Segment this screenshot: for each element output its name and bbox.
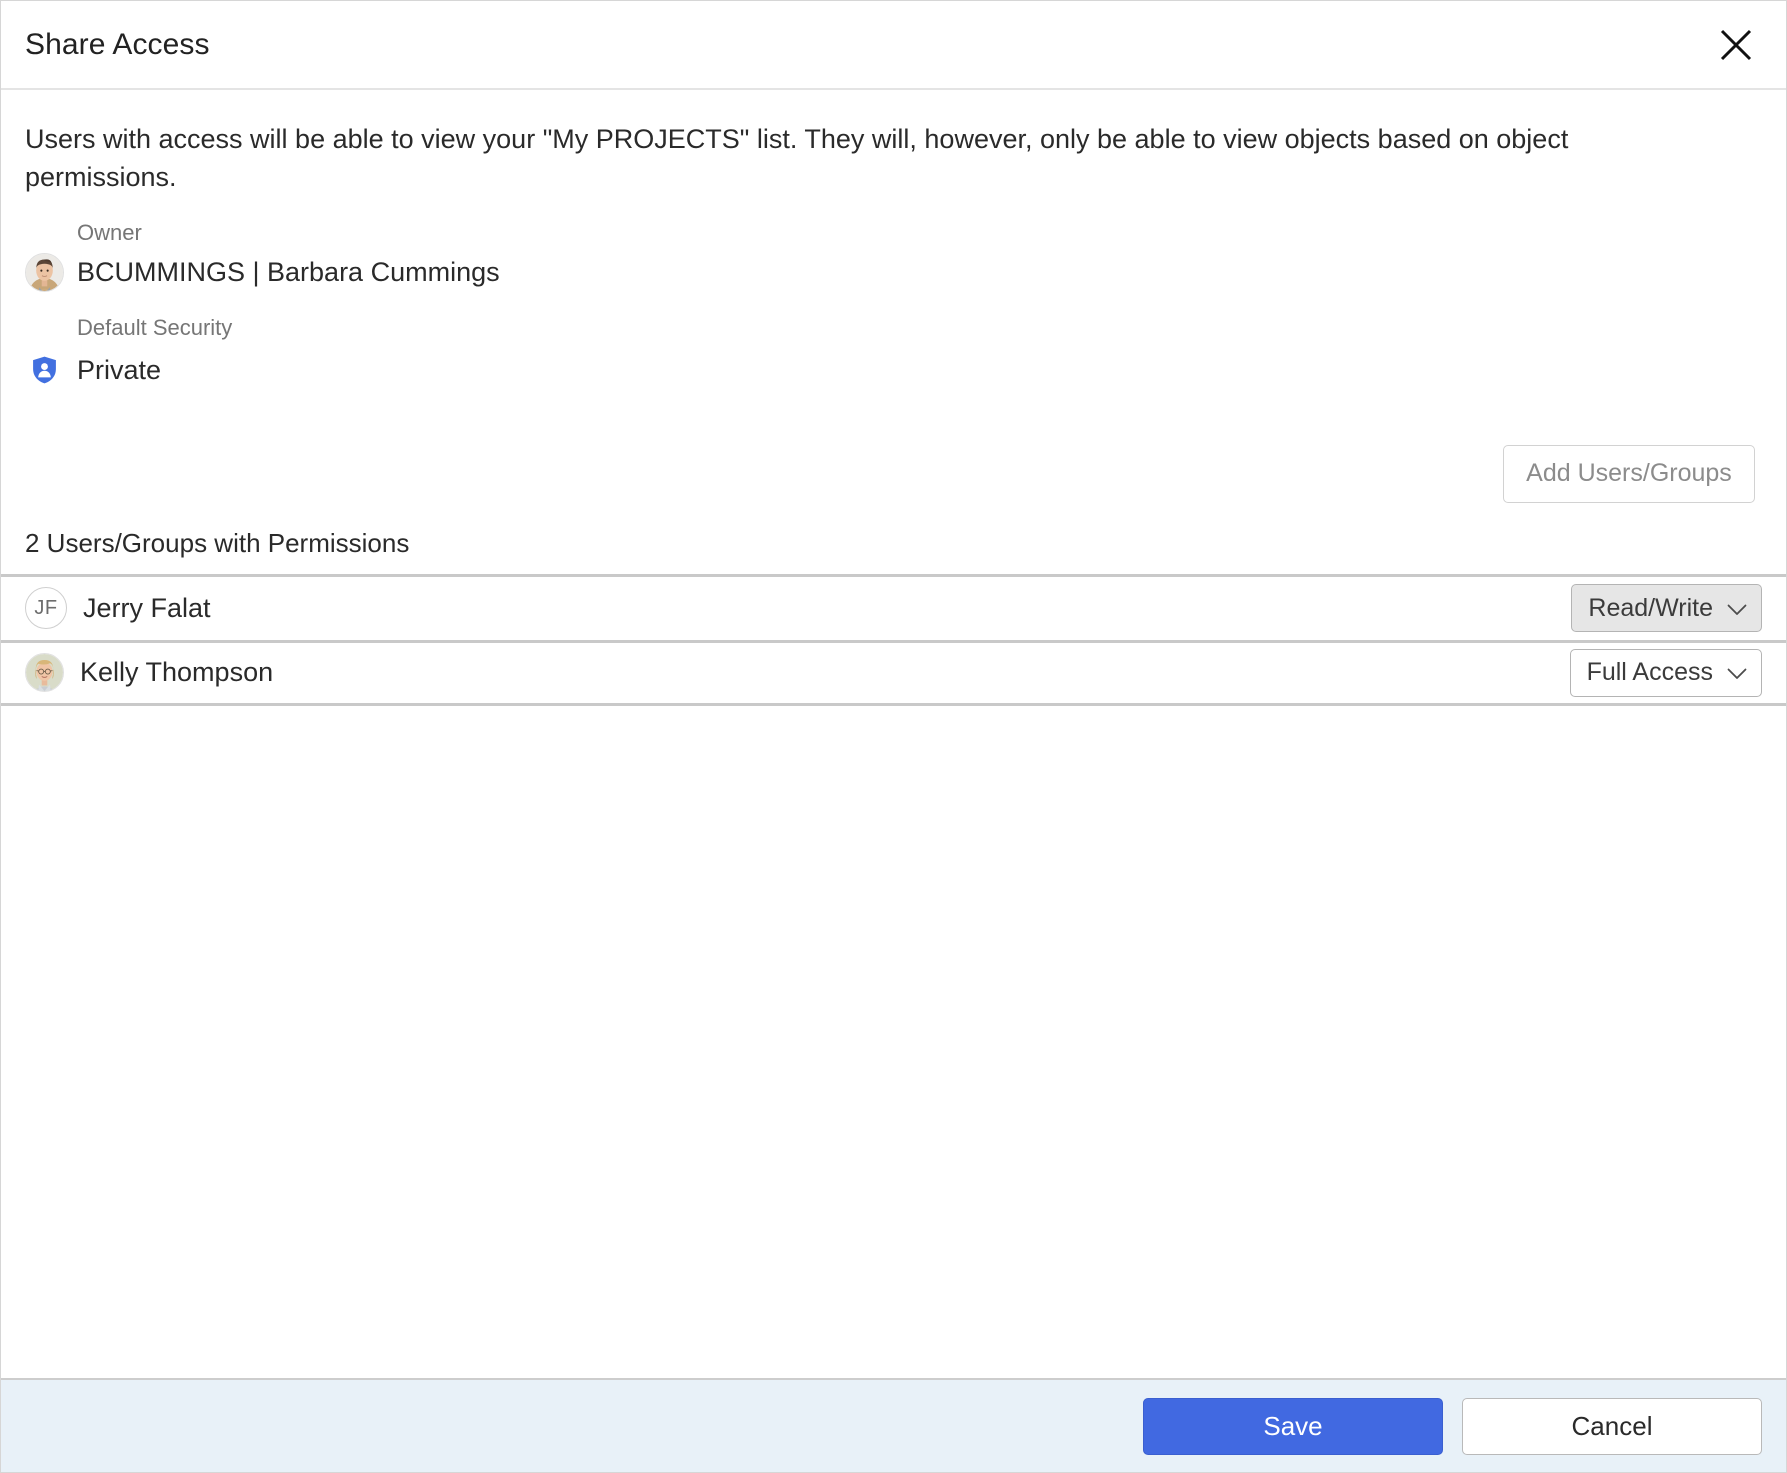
table-row[interactable]: JF Jerry Falat Read/Write — [1, 577, 1786, 640]
permission-select-value: Read/Write — [1588, 594, 1713, 623]
default-security-value-row: Private — [25, 351, 1762, 390]
cancel-button[interactable]: Cancel — [1462, 1398, 1762, 1455]
add-users-groups-row: Add Users/Groups — [25, 445, 1762, 503]
default-security-field: Default Security Private — [25, 314, 1762, 390]
page-title: Share Access — [25, 28, 210, 62]
chevron-down-icon — [1727, 658, 1747, 687]
dialog-body: Users with access will be able to view y… — [1, 90, 1786, 1378]
share-access-dialog: Share Access Users with access will be a… — [0, 0, 1787, 1473]
dialog-footer: Save Cancel — [1, 1378, 1786, 1472]
permission-user-info: Kelly Thompson — [25, 653, 1570, 692]
dialog-description: Users with access will be able to view y… — [25, 90, 1705, 197]
avatar-initials-jerry-falat: JF — [25, 587, 67, 629]
owner-value-row: BCUMMINGS | Barbara Cummings — [25, 253, 1762, 292]
owner-label: Owner — [77, 219, 1762, 248]
table-row[interactable]: Kelly Thompson Full Access — [1, 640, 1786, 703]
permission-select-value: Full Access — [1587, 658, 1713, 687]
dialog-header: Share Access — [1, 1, 1786, 90]
owner-name: BCUMMINGS | Barbara Cummings — [77, 257, 500, 288]
save-button[interactable]: Save — [1143, 1398, 1443, 1455]
shield-person-icon — [25, 351, 64, 390]
avatar-photo-barbara-cummings — [25, 253, 64, 292]
add-users-groups-button[interactable]: Add Users/Groups — [1503, 445, 1755, 503]
close-button[interactable] — [1708, 17, 1764, 73]
default-security-value: Private — [77, 355, 161, 386]
close-icon — [1719, 28, 1753, 62]
permissions-list: JF Jerry Falat Read/Write — [1, 574, 1786, 706]
avatar-photo-kelly-thompson — [25, 653, 64, 692]
permission-select-jerry-falat[interactable]: Read/Write — [1571, 584, 1762, 632]
permission-user-name: Jerry Falat — [83, 593, 211, 624]
default-security-label: Default Security — [77, 314, 1762, 343]
permissions-count-label: 2 Users/Groups with Permissions — [25, 528, 1762, 559]
chevron-down-icon — [1727, 594, 1747, 623]
permission-user-info: JF Jerry Falat — [25, 587, 1571, 629]
permission-user-name: Kelly Thompson — [80, 657, 273, 688]
permission-select-kelly-thompson[interactable]: Full Access — [1570, 649, 1762, 697]
owner-field: Owner — [25, 219, 1762, 293]
